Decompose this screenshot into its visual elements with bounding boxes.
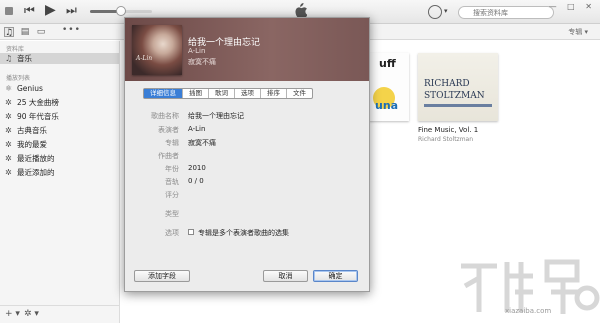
- account-icon[interactable]: [428, 5, 442, 19]
- volume-slider[interactable]: [90, 6, 152, 16]
- tab-artwork[interactable]: 插图: [183, 89, 209, 98]
- next-track-icon[interactable]: ⏭: [66, 3, 77, 18]
- gear-playlist-icon: ✲: [5, 126, 12, 135]
- field-label-album: 专辑: [165, 139, 179, 147]
- sidebar-bottom-bar: + ▾ ✲ ▾: [0, 305, 120, 323]
- dialog-album: 寂寞不痛: [188, 58, 216, 66]
- field-label-song: 歌曲名称: [151, 112, 179, 120]
- sidebar-item-label: 音乐: [17, 54, 32, 63]
- album-art-text: uff: [379, 57, 396, 70]
- album-art-text: RICHARD: [424, 79, 470, 89]
- field-value-song[interactable]: 给我一个理由忘记: [188, 111, 244, 121]
- album-art-graphic: [424, 104, 492, 107]
- sidebar-item-top25[interactable]: ✲ 25 大金曲榜: [0, 97, 119, 108]
- previous-track-icon[interactable]: ⏮: [24, 3, 35, 18]
- sort-dropdown[interactable]: 专辑 ▾: [568, 27, 588, 37]
- field-label-options: 选项: [165, 229, 179, 237]
- sidebar-item-label: 我的最爱: [17, 140, 47, 149]
- volume-knob[interactable]: [116, 6, 126, 16]
- watermark-text: xiazaiba.com: [505, 307, 552, 315]
- field-label-artist: 表演者: [158, 126, 179, 134]
- window-controls[interactable]: — □ ✕: [549, 2, 596, 11]
- sidebar-item-90s[interactable]: ✲ 90 年代音乐: [0, 111, 119, 122]
- gear-playlist-icon: ✲: [5, 154, 12, 163]
- sidebar-item-recently-played[interactable]: ✲ 最近播放的: [0, 153, 119, 164]
- tv-view-icon[interactable]: ▭: [36, 27, 46, 37]
- add-playlist-button[interactable]: + ▾: [5, 309, 20, 319]
- sidebar-item-genius[interactable]: ⚛ Genius: [0, 83, 119, 94]
- tab-lyrics[interactable]: 歌词: [209, 89, 235, 98]
- compilation-label: 专辑是多个表演者歌曲的选集: [198, 229, 289, 237]
- field-label-track: 音轨: [165, 178, 179, 186]
- album-art[interactable]: uff una: [369, 53, 409, 121]
- album-art[interactable]: RICHARD STOLTZMAN: [418, 53, 498, 121]
- library-heading: 资料库: [6, 46, 25, 53]
- sidebar-item-label: 最近播放的: [17, 154, 55, 163]
- gear-playlist-icon: ✲: [5, 98, 12, 107]
- sidebar-item-favorites[interactable]: ✲ 我的最爱: [0, 139, 119, 150]
- dialog-header: A-Lin 给我一个理由忘记 A-Lin 寂寞不痛: [125, 18, 369, 81]
- field-label-rating: 评分: [165, 191, 179, 199]
- dialog-artist: A-Lin: [188, 47, 206, 55]
- sidebar-item-label: Genius: [17, 84, 43, 93]
- ok-button[interactable]: 确定: [313, 270, 358, 282]
- sidebar: 资料库 ♫ 音乐 播放列表 ⚛ Genius ✲ 25 大金曲榜 ✲ 90 年代…: [0, 41, 120, 305]
- more-icon[interactable]: •••: [62, 25, 81, 35]
- sidebar-item-label: 90 年代音乐: [17, 112, 59, 121]
- sidebar-item-label: 最近添加的: [17, 168, 55, 177]
- album-title[interactable]: Fine Music, Vol. 1: [418, 126, 478, 134]
- album-artist[interactable]: Richard Stoltzman: [418, 136, 473, 143]
- album-art-text: STOLTZMAN: [424, 91, 485, 101]
- tab-file[interactable]: 文件: [287, 89, 312, 98]
- movies-view-icon[interactable]: ▤: [20, 27, 30, 37]
- tab-details[interactable]: 详细信息: [144, 89, 183, 98]
- playlists-heading: 播放列表: [6, 75, 31, 82]
- sidebar-item-classical[interactable]: ✲ 古典音乐: [0, 125, 119, 136]
- compilation-checkbox[interactable]: [188, 229, 194, 235]
- music-note-icon: ♫: [5, 54, 13, 63]
- sidebar-item-music[interactable]: ♫ 音乐: [0, 53, 119, 64]
- dialog-tabs: 详细信息 插图 歌词 选项 排序 文件: [143, 88, 313, 99]
- gear-playlist-icon: ✲: [5, 168, 12, 177]
- field-value-artist[interactable]: A-Lin: [188, 125, 205, 133]
- play-icon[interactable]: ▶: [45, 2, 56, 18]
- settings-button[interactable]: ✲ ▾: [24, 309, 39, 319]
- field-value-track[interactable]: 0 / 0: [188, 177, 204, 185]
- field-value-year[interactable]: 2010: [188, 164, 206, 172]
- music-view-icon[interactable]: ♫: [4, 27, 14, 38]
- tab-options[interactable]: 选项: [235, 89, 261, 98]
- app-menu-icon[interactable]: [4, 6, 14, 16]
- sidebar-item-label: 古典音乐: [17, 126, 47, 135]
- field-label-genre: 类型: [165, 210, 179, 218]
- sidebar-item-recently-added[interactable]: ✲ 最近添加的: [0, 167, 119, 178]
- field-label-year: 年份: [165, 165, 179, 173]
- album-art-text: una: [375, 99, 399, 112]
- field-label-composer: 作曲者: [158, 152, 179, 160]
- artwork-caption: A-Lin: [136, 55, 153, 62]
- add-field-button[interactable]: 添加字段: [134, 270, 190, 282]
- gear-playlist-icon: ✲: [5, 140, 12, 149]
- gear-playlist-icon: ✲: [5, 112, 12, 121]
- tab-sorting[interactable]: 排序: [261, 89, 287, 98]
- song-artwork: A-Lin: [132, 25, 182, 75]
- sidebar-item-label: 25 大金曲榜: [17, 98, 59, 107]
- genius-icon: ⚛: [5, 84, 13, 93]
- account-caret-icon[interactable]: ▾: [444, 7, 448, 15]
- field-value-album[interactable]: 寂寞不痛: [188, 138, 216, 148]
- cancel-button[interactable]: 取消: [263, 270, 308, 282]
- search-input[interactable]: [458, 6, 554, 19]
- song-info-dialog: A-Lin 给我一个理由忘记 A-Lin 寂寞不痛 详细信息 插图 歌词 选项 …: [124, 17, 370, 292]
